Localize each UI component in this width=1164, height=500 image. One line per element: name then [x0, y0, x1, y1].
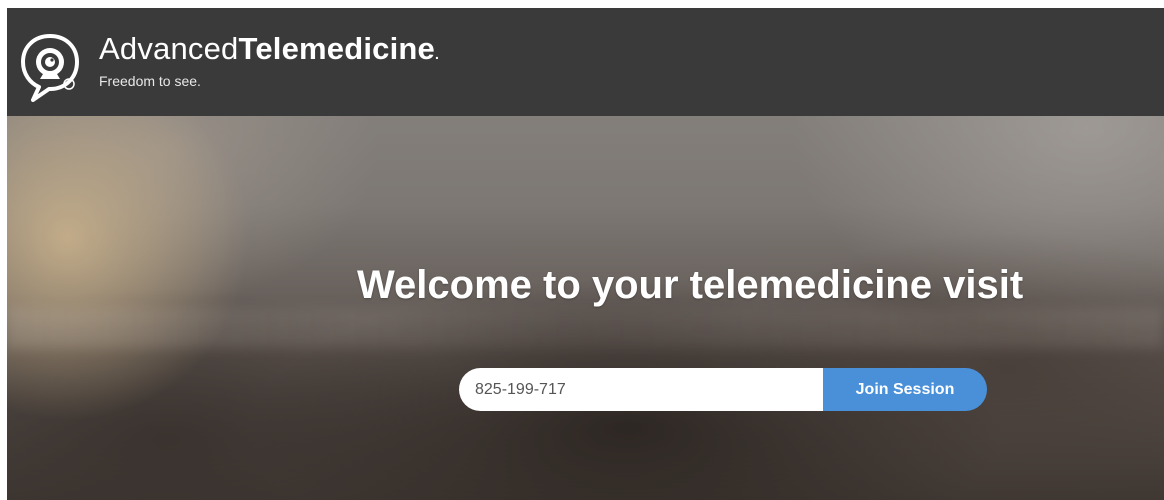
brand-name-light: Advanced — [99, 31, 239, 66]
session-form: Join Session — [459, 368, 987, 411]
join-session-button[interactable]: Join Session — [823, 368, 987, 411]
header: AdvancedTelemedicine. Freedom to see. — [7, 8, 1164, 116]
webcam-speech-bubble-icon[interactable] — [19, 32, 81, 102]
session-code-input[interactable] — [459, 368, 823, 411]
tagline: Freedom to see. — [99, 73, 201, 89]
brand-name: AdvancedTelemedicine. — [99, 32, 439, 71]
page-frame: AdvancedTelemedicine. Freedom to see. We… — [7, 8, 1164, 500]
brand[interactable]: AdvancedTelemedicine. Freedom to see. — [99, 32, 439, 90]
brand-dot: . — [435, 46, 440, 62]
welcome-title: Welcome to your telemedicine visit — [357, 263, 1024, 307]
brand-name-bold: Telemedicine — [238, 31, 435, 66]
background-highlight — [7, 308, 1164, 348]
